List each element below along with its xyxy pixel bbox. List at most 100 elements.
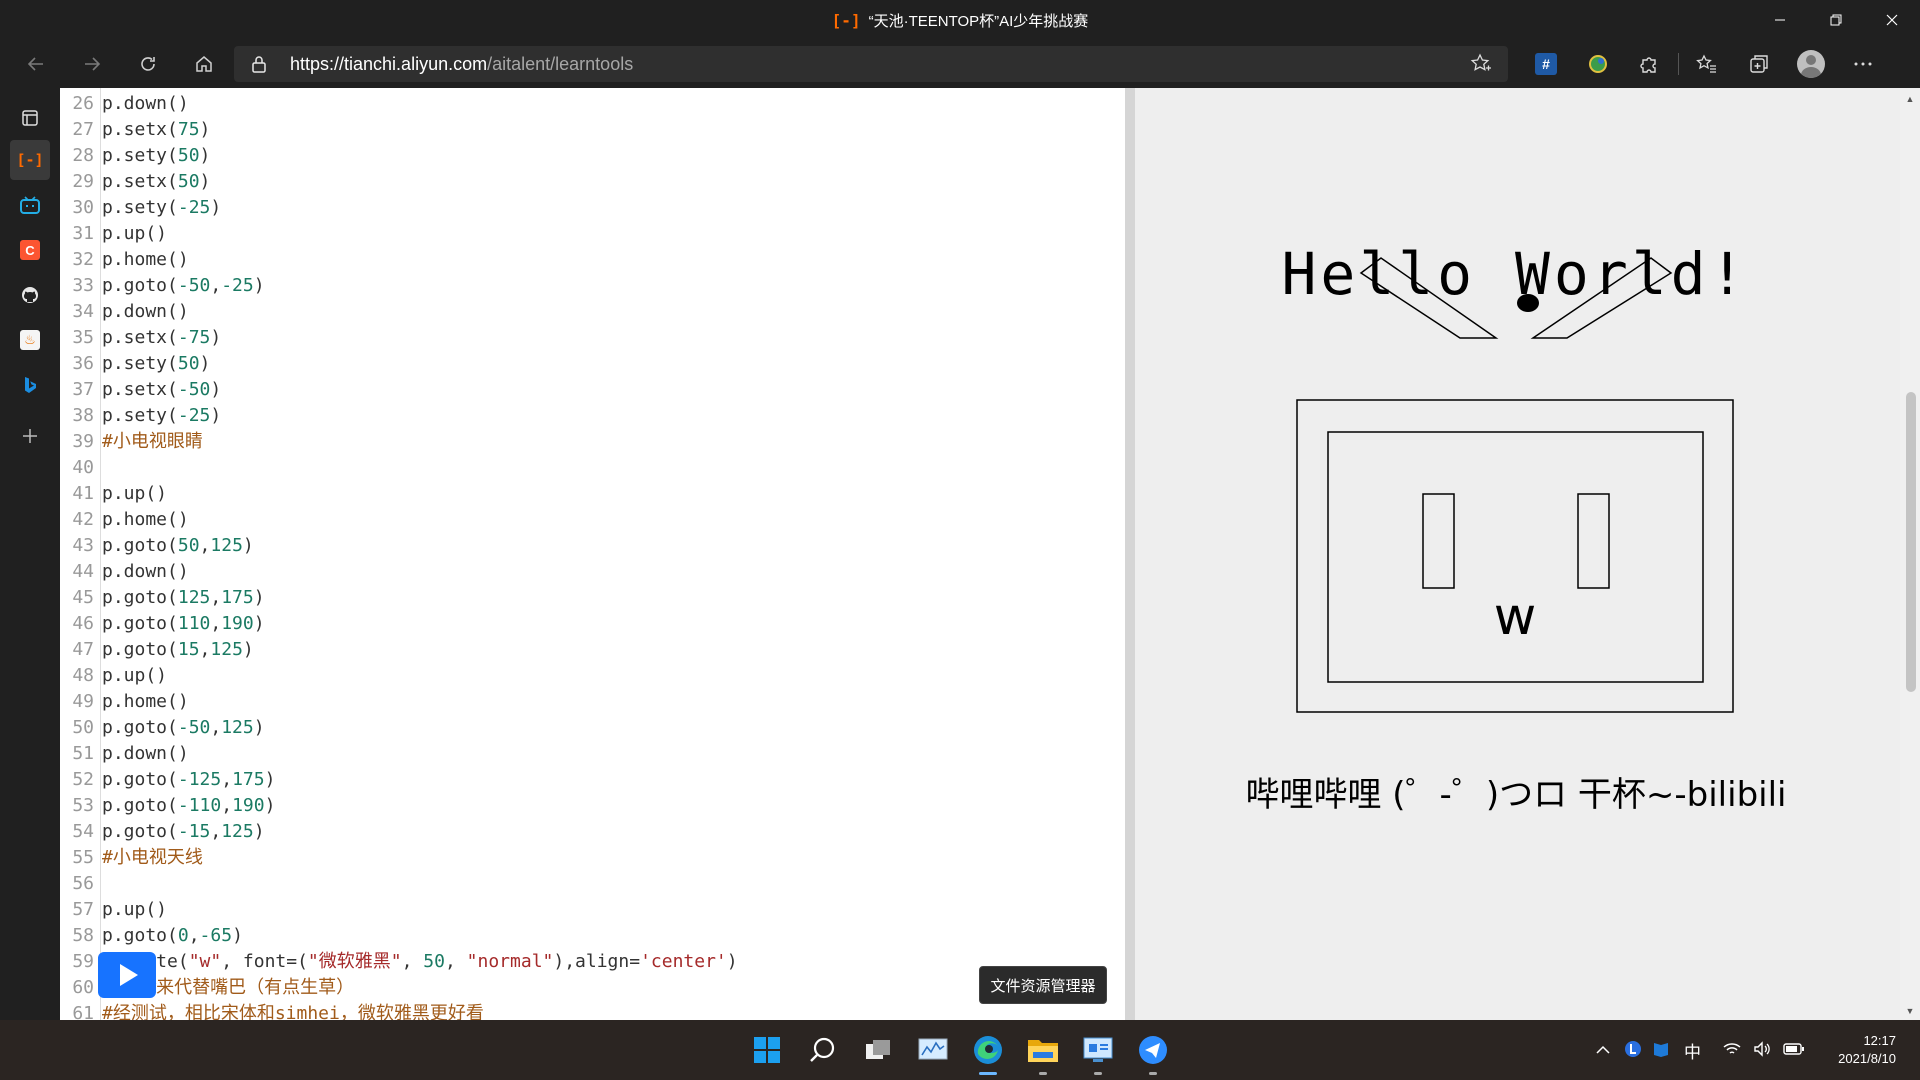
code-line[interactable]: 29 p.setx(50) — [60, 169, 1125, 195]
taskbar-search-button[interactable] — [803, 1030, 843, 1070]
code-comment: #经测试，相比宋体和simhei，微软雅黑更好看 — [102, 1003, 484, 1020]
url-text[interactable]: https://tianchi.aliyun.com/aitalent/lear… — [290, 54, 633, 75]
code-line[interactable]: 28 p.sety(50) — [60, 143, 1125, 169]
ime-indicator[interactable]: 中 — [1684, 1038, 1701, 1063]
start-button[interactable] — [747, 1030, 787, 1070]
taskbar-widgets-button[interactable] — [913, 1030, 953, 1070]
tab-actions-button[interactable] — [10, 98, 50, 138]
code-line[interactable]: 57 p.up() — [60, 897, 1125, 923]
collections-button[interactable] — [1733, 44, 1785, 84]
code-line[interactable]: 60 w来代替嘴巴（有点生草） — [60, 975, 1125, 1001]
code-line[interactable]: 31 p.up() — [60, 221, 1125, 247]
line-number: 27 — [72, 119, 94, 140]
line-number: 47 — [72, 639, 94, 660]
code-line[interactable]: 51 p.down() — [60, 741, 1125, 767]
run-button[interactable] — [98, 952, 156, 998]
line-number: 52 — [72, 769, 94, 790]
volume-icon[interactable] — [1753, 1040, 1771, 1060]
code-line[interactable]: 55 #小电视天线 — [60, 845, 1125, 871]
code-line[interactable]: 26 p.down() — [60, 91, 1125, 117]
code-line[interactable]: 39 #小电视眼睛 — [60, 429, 1125, 455]
code-line[interactable]: 30 p.sety(-25) — [60, 195, 1125, 221]
sidebar-tab-csdn[interactable]: C — [10, 230, 50, 270]
close-button[interactable] — [1864, 0, 1920, 40]
code-line[interactable]: 54 p.goto(-15,125) — [60, 819, 1125, 845]
pane-splitter[interactable] — [1125, 88, 1135, 1020]
code-line[interactable]: 37 p.setx(-50) — [60, 377, 1125, 403]
sidebar-tab-tianchi[interactable]: [-] — [10, 140, 50, 180]
battery-icon[interactable] — [1783, 1042, 1805, 1059]
code-line[interactable]: 32 p.home() — [60, 247, 1125, 273]
code-line[interactable]: 45 p.goto(125,175) — [60, 585, 1125, 611]
java-icon: ♨ — [20, 330, 40, 350]
code-line[interactable]: 43 p.goto(50,125) — [60, 533, 1125, 559]
taskbar-clock[interactable]: 12:17 2021/8/10 — [1838, 1032, 1896, 1068]
tv-left-eye — [1422, 493, 1455, 589]
tray-overflow-icon[interactable] — [1596, 1042, 1610, 1058]
sidebar-tab-github[interactable] — [10, 275, 50, 315]
scroll-up-icon[interactable]: ▲ — [1905, 94, 1915, 104]
code-line[interactable]: 48 p.up() — [60, 663, 1125, 689]
code-line[interactable]: 53 p.goto(-110,190) — [60, 793, 1125, 819]
tray-bluebook-icon[interactable] — [1652, 1040, 1670, 1061]
line-number: 42 — [72, 509, 94, 530]
globe-extension-button[interactable] — [1572, 44, 1624, 84]
taskbar-edge-button[interactable] — [968, 1030, 1008, 1070]
profile-button[interactable] — [1785, 44, 1837, 84]
code-line[interactable]: 59 ite("w", font=("微软雅黑", 50, "normal"),… — [60, 949, 1125, 975]
code-line[interactable]: 35 p.setx(-75) — [60, 325, 1125, 351]
hash-extension-button[interactable]: # — [1520, 44, 1572, 84]
scroll-down-icon[interactable]: ▼ — [1905, 1006, 1915, 1016]
address-bar[interactable]: https://tianchi.aliyun.com/aitalent/lear… — [234, 46, 1508, 82]
code-line[interactable]: 56 — [60, 871, 1125, 897]
code-line[interactable]: 44 p.down() — [60, 559, 1125, 585]
code-line[interactable]: 40 — [60, 455, 1125, 481]
tray-app-l-icon[interactable] — [1624, 1040, 1642, 1061]
back-button[interactable] — [14, 46, 58, 82]
taskbar-explorer-button[interactable] — [1023, 1030, 1063, 1070]
code-line[interactable]: 27 p.setx(75) — [60, 117, 1125, 143]
line-number: 29 — [72, 171, 94, 192]
home-button[interactable] — [182, 46, 226, 82]
code-line[interactable]: 61 #经测试，相比宋体和simhei，微软雅黑更好看 — [60, 1001, 1125, 1020]
code-line[interactable]: 58 p.goto(0,-65) — [60, 923, 1125, 949]
code-line[interactable]: 46 p.goto(110,190) — [60, 611, 1125, 637]
code-line[interactable]: 49 p.home() — [60, 689, 1125, 715]
code-line[interactable]: 38 p.sety(-25) — [60, 403, 1125, 429]
line-number: 48 — [72, 665, 94, 686]
favorites-button[interactable] — [1681, 44, 1733, 84]
line-number: 28 — [72, 145, 94, 166]
feishu-running-indicator — [1149, 1072, 1157, 1075]
task-view-button[interactable] — [858, 1030, 898, 1070]
taskbar-app-button[interactable] — [1078, 1030, 1118, 1070]
taskbar-feishu-button[interactable] — [1133, 1030, 1173, 1070]
refresh-button[interactable] — [126, 46, 170, 82]
line-number: 49 — [72, 691, 94, 712]
line-number: 34 — [72, 301, 94, 322]
sidebar-tab-java[interactable]: ♨ — [10, 320, 50, 360]
sidebar-tab-bilibili[interactable] — [10, 185, 50, 225]
new-tab-button[interactable] — [10, 416, 50, 456]
code-line[interactable]: 42 p.home() — [60, 507, 1125, 533]
code-line[interactable]: 50 p.goto(-50,125) — [60, 715, 1125, 741]
lock-icon[interactable] — [252, 55, 272, 73]
code-line[interactable]: 52 p.goto(-125,175) — [60, 767, 1125, 793]
code-line[interactable]: 33 p.goto(-50,-25) — [60, 273, 1125, 299]
sidebar-tab-bing[interactable] — [10, 365, 50, 405]
restore-button[interactable] — [1808, 0, 1864, 40]
add-favorite-icon[interactable] — [1470, 53, 1492, 80]
vertical-scrollbar[interactable]: ▲ ▼ — [1900, 88, 1920, 1020]
code-editor[interactable]: 26 p.down() 27 p.setx(75) 28 p.sety(50) 29 p.se… — [60, 88, 1125, 1020]
code-line[interactable]: 36 p.sety(50) — [60, 351, 1125, 377]
code-line[interactable]: 41 p.up() — [60, 481, 1125, 507]
scrollbar-thumb[interactable] — [1906, 392, 1916, 692]
wifi-icon[interactable] — [1723, 1042, 1741, 1059]
edge-running-indicator — [979, 1072, 997, 1075]
line-number: 37 — [72, 379, 94, 400]
forward-button[interactable] — [70, 46, 114, 82]
minimize-button[interactable] — [1752, 0, 1808, 40]
extensions-button[interactable] — [1624, 44, 1676, 84]
code-line[interactable]: 47 p.goto(15,125) — [60, 637, 1125, 663]
code-line[interactable]: 34 p.down() — [60, 299, 1125, 325]
more-menu-button[interactable] — [1837, 44, 1889, 84]
